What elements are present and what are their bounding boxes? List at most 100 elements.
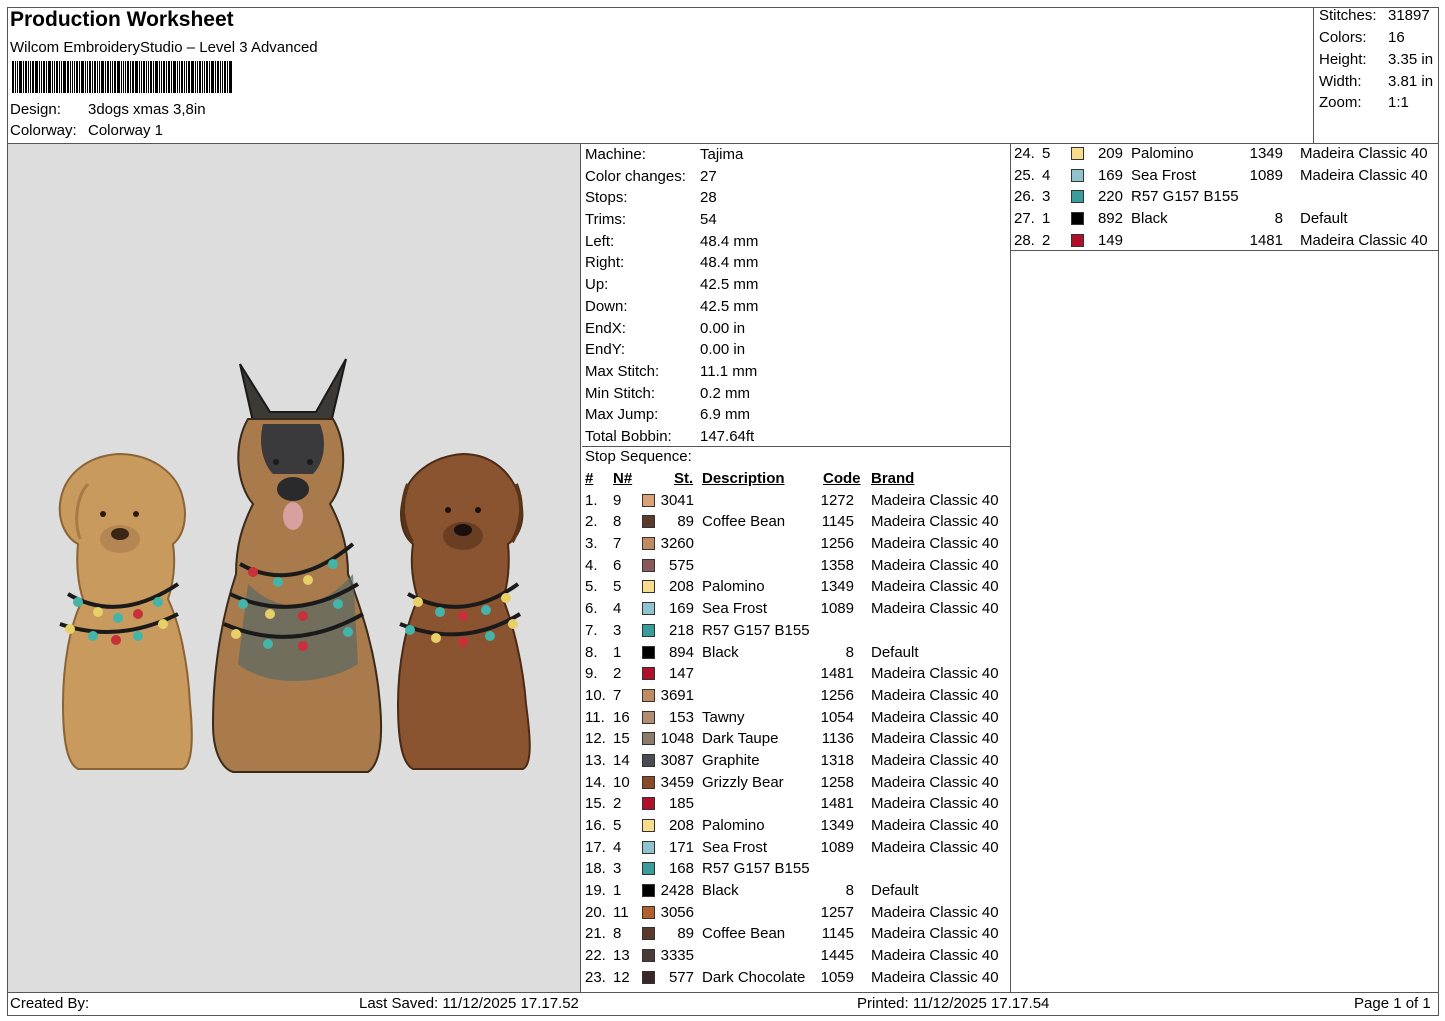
needle-number: 4: [613, 600, 622, 618]
barcode-bar: [121, 61, 122, 93]
needle-number: 5: [613, 817, 622, 834]
stitch-count: 2428: [660, 882, 694, 900]
table-row: 25. 4 169 Sea Frost 1089 Madeira Classic 40: [1014, 165, 1436, 187]
colorway-row: Colorway: Colorway 1: [10, 122, 163, 139]
stat-height: Height: 3.35 in: [1319, 51, 1434, 68]
machine-info-row: Left: 48.4 mm: [582, 231, 1011, 253]
machine-info-label: Left:: [585, 232, 615, 250]
thread-description: Black: [702, 643, 739, 661]
thread-description: Palomino: [702, 817, 765, 834]
color-swatch: [1071, 190, 1084, 204]
machine-info-row: Machine: Tajima: [582, 144, 1011, 166]
row-index: 16.: [585, 817, 606, 834]
embroidery-dogs-image: [58, 358, 531, 773]
table-header-row: # N# St. Description Code Brand: [585, 468, 1007, 490]
machine-info-label: Machine:: [585, 146, 646, 163]
barcode-bar: [179, 61, 180, 93]
barcode-bar: [168, 61, 170, 93]
thread-code: 8: [845, 643, 854, 661]
color-swatch: [642, 753, 655, 767]
barcode-bar: [146, 61, 147, 93]
thread-description: Sea Frost: [702, 838, 768, 856]
row-index: 5.: [585, 578, 598, 596]
barcode-bar: [209, 61, 210, 93]
table-row: 8. 1 894 Black 8 Default: [585, 642, 1007, 664]
stitch-count: 209: [1097, 145, 1123, 162]
machine-info-value: 6.9 mm: [700, 406, 751, 424]
stitch-count: 3335: [660, 947, 694, 965]
design-value: 3dogs xmas 3,8in: [88, 101, 206, 118]
machine-info-row: Color changes: 27: [582, 166, 1011, 188]
needle-number: 6: [613, 556, 622, 574]
barcode-bar: [112, 61, 113, 93]
table-row: 3. 7 3260 1256 Madeira Classic 40: [585, 533, 1007, 555]
page-title: Production Worksheet: [10, 8, 234, 31]
barcode-bar: [186, 61, 187, 93]
barcode-bar: [28, 61, 29, 93]
barcode-bar: [125, 61, 126, 93]
column-divider: [1010, 144, 1011, 992]
table-row: 6. 4 169 Sea Frost 1089 Madeira Classic 40: [585, 598, 1007, 620]
table-row: 9. 2 147 1481 Madeira Classic 40: [585, 663, 1007, 685]
barcode-bar: [177, 61, 178, 93]
needle-number: 10: [613, 773, 630, 791]
machine-info-value: 28: [700, 189, 717, 207]
thread-brand: Madeira Classic 40: [871, 838, 999, 856]
barcode-bar: [87, 61, 88, 93]
row-index: 8.: [585, 643, 598, 661]
barcode-bar: [15, 61, 16, 93]
stitch-count: 577: [668, 968, 694, 986]
barcode-bar: [32, 61, 34, 93]
row-index: 26.: [1014, 188, 1035, 206]
barcode-bar: [97, 61, 98, 93]
barcode-bar: [74, 61, 75, 93]
barcode-bar: [199, 61, 201, 93]
machine-info-value: 0.00 in: [700, 319, 746, 337]
table-row: 12. 15 1048 Dark Taupe 1136 Madeira Classic 4…: [585, 728, 1007, 750]
stitch-count: 208: [668, 817, 694, 834]
color-swatch: [642, 515, 655, 529]
stitch-count: 575: [668, 556, 694, 574]
needle-number: 8: [613, 513, 622, 531]
color-swatch: [642, 862, 655, 876]
barcode-bar: [202, 61, 203, 93]
thread-brand: Madeira Classic 40: [1300, 166, 1428, 184]
table-row: 18. 3 168 R57 G157 B155: [585, 858, 1007, 880]
barcode-bar: [217, 61, 219, 93]
row-index: 18.: [585, 860, 606, 878]
needle-number: 5: [613, 578, 622, 596]
header-brand: Brand: [871, 470, 915, 487]
barcode-bar: [181, 61, 183, 93]
row-index: 24.: [1014, 145, 1035, 162]
table-row: 26. 3 220 R57 G157 B155: [1014, 186, 1436, 208]
machine-info-value: 147.64ft: [700, 427, 755, 445]
machine-info-row: EndX: 0.00 in: [582, 318, 1011, 340]
color-swatch: [642, 623, 655, 637]
stop-sequence-table-continued: 24. 5 209 Palomino 1349 Madeira Classic 40 25.…: [1014, 143, 1436, 251]
row-index: 21.: [585, 925, 606, 943]
thread-code: 1256: [820, 686, 854, 704]
thread-code: 1349: [1249, 145, 1283, 162]
barcode-bar: [224, 61, 226, 93]
barcode-bar: [220, 61, 221, 93]
stitch-count: 171: [668, 838, 694, 856]
stitch-count: 3691: [660, 686, 694, 704]
stitch-count: 3459: [660, 773, 694, 791]
footer-divider: [7, 992, 1439, 993]
barcode-bar: [85, 61, 86, 93]
thread-description: Dark Chocolate: [702, 968, 806, 986]
machine-info-label: Stops:: [585, 189, 628, 207]
stat-width: Width: 3.81 in: [1319, 73, 1434, 90]
row-index: 7.: [585, 621, 598, 639]
thread-code: 1145: [821, 513, 854, 531]
machine-info-row: EndY: 0.00 in: [582, 339, 1011, 361]
row-index: 25.: [1014, 166, 1035, 184]
barcode-bar: [222, 61, 223, 93]
barcode-bar: [61, 61, 62, 93]
row-index: 4.: [585, 556, 598, 574]
needle-number: 3: [613, 860, 622, 878]
row-index: 22.: [585, 947, 606, 965]
row-index: 6.: [585, 600, 598, 618]
color-swatch: [642, 949, 655, 963]
barcode-bar: [166, 61, 167, 93]
